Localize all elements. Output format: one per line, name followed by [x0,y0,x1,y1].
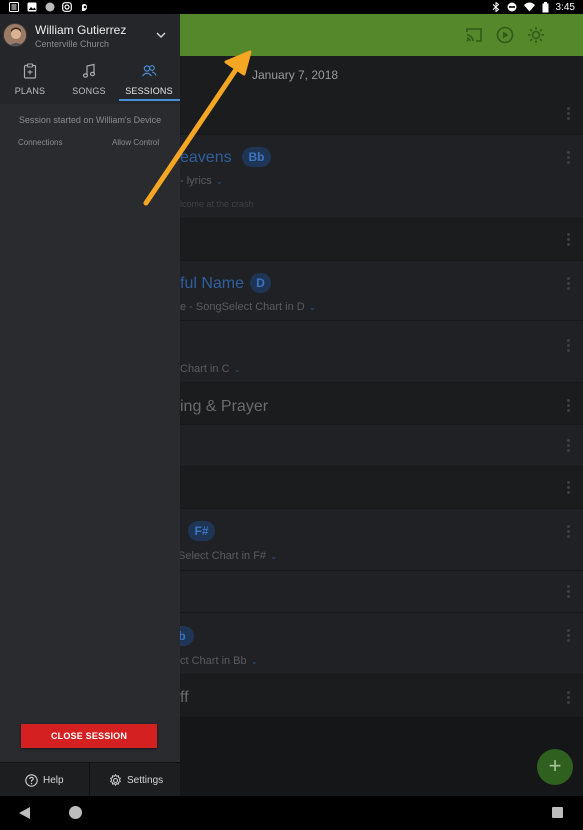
status-time: 3:45 [555,1,575,13]
recent-apps-icon[interactable] [552,807,563,818]
more-options-icon[interactable] [567,525,570,538]
song-key-badge: Bb [242,147,271,167]
navigation-drawer: William Gutierrez Centerville Church PLA… [0,14,180,797]
chevron-down-icon: ⌄ [250,656,259,666]
song-title: eavens [180,149,232,166]
brightness-icon[interactable] [527,26,545,44]
song-key-badge: D [250,273,271,293]
home-icon[interactable] [69,806,82,819]
people-icon [142,65,157,77]
wifi-icon [523,2,535,12]
more-options-icon[interactable] [567,151,570,164]
tab-label: SONGS [72,86,106,96]
more-options-icon[interactable] [567,585,570,598]
status-bar: 3:45 [0,0,583,14]
account-header[interactable]: William Gutierrez Centerville Church [0,14,180,58]
instagram-icon [62,2,72,12]
tab-sessions[interactable]: SESSIONS [119,58,179,104]
drawer-tabs: PLANS SONGS SESSIONS [0,58,180,104]
add-item-button[interactable]: + [537,749,573,785]
play-icon[interactable] [496,26,514,44]
settings-button[interactable]: Settings [109,763,163,797]
settings-label: Settings [127,774,164,786]
more-options-icon[interactable] [567,439,570,452]
tab-plans[interactable]: PLANS [0,58,60,104]
section-heading: ff [180,689,189,706]
chevron-down-icon[interactable] [155,30,167,40]
chevron-down-icon: ⌄ [233,364,242,374]
cast-icon[interactable] [465,26,483,44]
more-options-icon[interactable] [567,691,570,704]
system-navigation-bar [0,796,583,830]
bluetooth-icon [492,2,499,12]
more-options-icon[interactable] [567,481,570,494]
close-session-button[interactable]: CLOSE SESSION [21,724,157,748]
organization-name: Centerville Church [35,39,110,49]
song-arrangement[interactable]: - lyrics ⌄ [180,175,223,187]
drawer-footer: Help Settings [0,762,180,797]
more-options-icon[interactable] [567,339,570,352]
song-note: lcome at the crash [180,199,254,209]
avatar [3,23,27,47]
user-name: William Gutierrez [35,23,127,37]
more-options-icon[interactable] [567,399,570,412]
tab-songs[interactable]: SONGS [59,58,119,104]
news-icon [9,2,19,12]
more-options-icon[interactable] [567,233,570,246]
battery-icon [542,1,549,12]
help-button[interactable]: Help [25,763,64,797]
chevron-down-icon: ⌄ [215,176,224,186]
tab-label: SESSIONS [125,86,173,96]
chevron-down-icon: ⌄ [270,551,278,561]
do-not-disturb-icon [507,2,517,12]
more-options-icon[interactable] [567,277,570,290]
song-arrangement[interactable]: e - SongSelect Chart in D ⌄ [180,301,316,313]
help-icon [25,773,38,787]
tab-label: PLANS [14,86,46,96]
song-arrangement[interactable]: ct Chart in Bb ⌄ [180,655,258,667]
connections-column-header: Connections [18,138,63,147]
active-tab-indicator [119,99,180,101]
song-arrangement[interactable]: Select Chart in F# ⌄ [178,550,278,562]
more-options-icon[interactable] [567,629,570,642]
song-arrangement[interactable]: Chart in C ⌄ [180,363,241,375]
session-status: Session started on William's Device [18,115,162,125]
footer-divider [89,763,90,797]
gear-icon [109,773,122,786]
section-heading: ing & Prayer [180,398,269,415]
back-icon[interactable] [18,806,31,820]
song-key-badge: F# [188,521,215,541]
song-title: ful Name [180,275,245,292]
chevron-down-icon: ⌄ [308,302,317,312]
music-note-icon [82,63,96,78]
circle-icon [45,2,55,12]
hand-icon [82,4,87,11]
more-options-icon[interactable] [567,107,570,120]
clipboard-icon [23,63,37,79]
allow-control-column-header: Allow Control [112,138,160,147]
plan-date: January 7, 2018 [252,68,339,82]
help-label: Help [43,774,64,786]
image-icon [27,2,37,12]
